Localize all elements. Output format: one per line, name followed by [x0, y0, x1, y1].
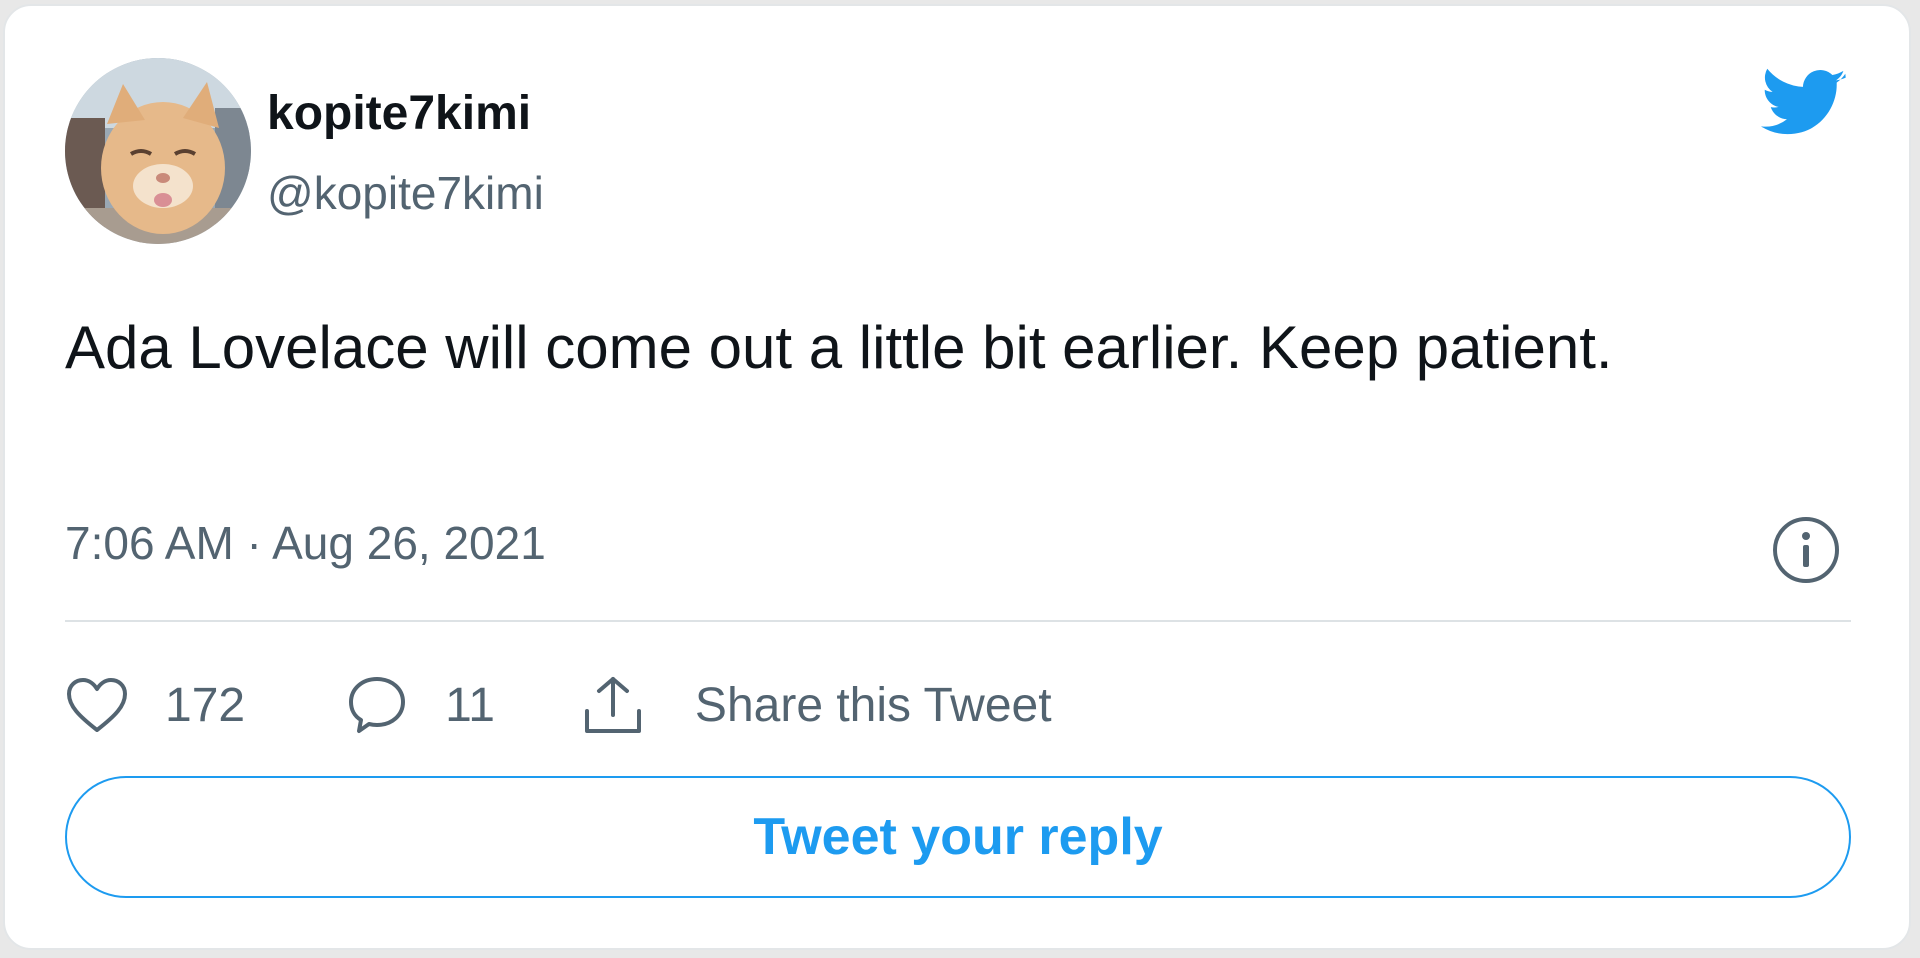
author-handle[interactable]: @kopite7kimi: [267, 170, 544, 216]
heart-icon: [67, 678, 127, 732]
info-icon[interactable]: [1771, 515, 1841, 585]
reply-count: 11: [445, 678, 495, 732]
share-tweet-button[interactable]: Share this Tweet: [581, 673, 1052, 737]
share-icon: [584, 677, 641, 733]
tweet-timestamp[interactable]: 7:06 AM · Aug 26, 2021: [65, 520, 546, 566]
like-count: 172: [165, 678, 246, 732]
avatar[interactable]: [65, 58, 251, 244]
divider: [65, 620, 1851, 622]
tweet-text: Ada Lovelace will come out a little bit …: [65, 314, 1613, 381]
author-display-name[interactable]: kopite7kimi: [267, 90, 531, 138]
like-button[interactable]: 172: [65, 676, 245, 734]
tweet-card: kopite7kimi @kopite7kimi Ada Lovelace wi…: [3, 4, 1911, 950]
cat-avatar-icon: [65, 58, 251, 244]
reply-button[interactable]: 11: [345, 675, 495, 735]
tweet-your-reply-button[interactable]: Tweet your reply: [65, 776, 1851, 898]
twitter-bird-icon[interactable]: [1761, 68, 1847, 142]
tweet-actions: 172 11 Share this Tweet: [65, 672, 1052, 738]
share-label: Share this Tweet: [694, 678, 1052, 732]
speech-bubble-icon: [349, 677, 406, 733]
